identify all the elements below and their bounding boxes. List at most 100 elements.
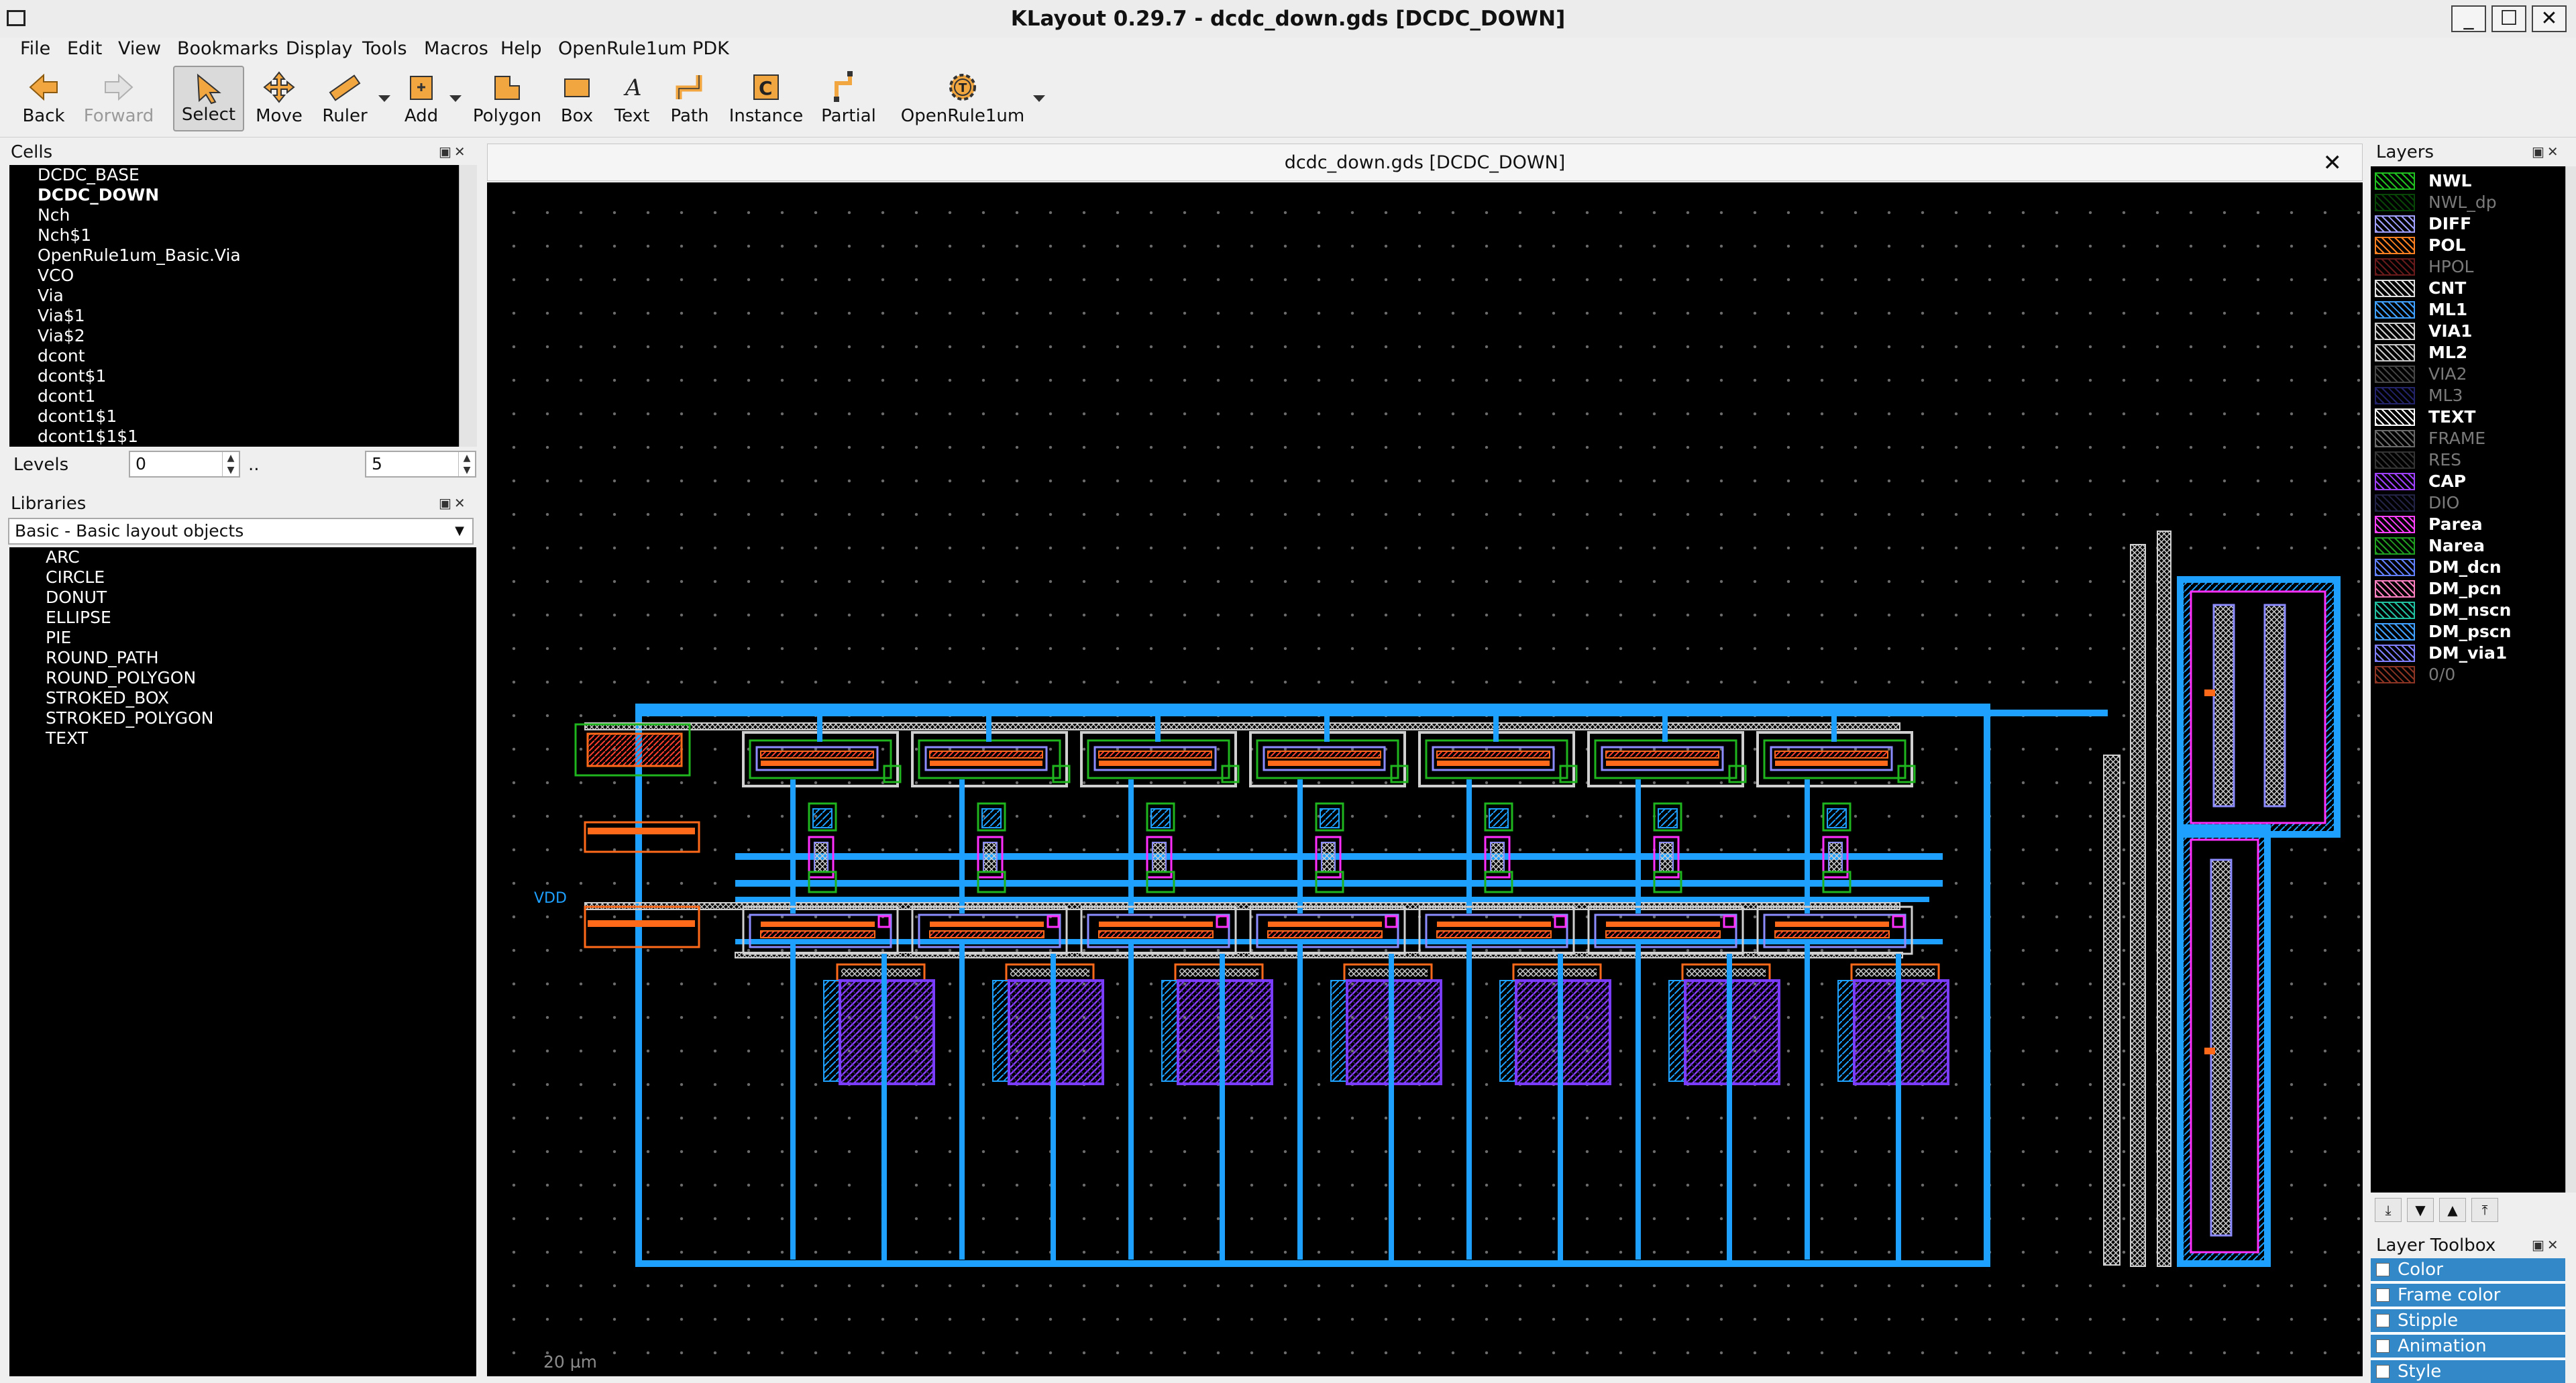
close-tab-icon[interactable]: ✕: [2323, 147, 2343, 179]
cell-item[interactable]: Via$1: [9, 306, 468, 326]
layer-row[interactable]: RES: [2371, 449, 2565, 471]
layer-color-swatch[interactable]: [2375, 301, 2415, 319]
cell-item[interactable]: dcont$1: [9, 366, 468, 386]
layout-canvas[interactable]: VDD: [487, 182, 2363, 1376]
toolbox-stipple[interactable]: Stipple: [2371, 1309, 2565, 1332]
expand-checkbox[interactable]: [2376, 1314, 2390, 1327]
move-layer-down-icon[interactable]: ▼: [2407, 1198, 2434, 1222]
cell-item[interactable]: DCDC_BASE: [9, 165, 468, 185]
layer-row[interactable]: DM_nscn: [2371, 600, 2565, 621]
layer-color-swatch[interactable]: [2375, 387, 2415, 404]
layers-list[interactable]: NWL NWL_dp DIFF POL HPOL CNT ML1 VIA1 ML2 VIA2 ML3…: [2371, 166, 2565, 1193]
layer-row[interactable]: ML1: [2371, 299, 2565, 321]
menu-edit[interactable]: Edit: [67, 38, 102, 60]
menu-help[interactable]: Help: [500, 38, 542, 60]
layer-color-swatch[interactable]: [2375, 258, 2415, 276]
library-item[interactable]: ROUND_PATH: [9, 648, 476, 668]
menu-macros[interactable]: Macros: [424, 38, 488, 60]
add-dropdown-icon[interactable]: [449, 95, 462, 102]
forward-button[interactable]: Forward: [79, 66, 158, 131]
layer-row[interactable]: VIA2: [2371, 364, 2565, 385]
maximize-button[interactable]: ☐: [2491, 5, 2526, 32]
layer-color-swatch[interactable]: [2375, 666, 2415, 683]
layer-color-swatch[interactable]: [2375, 430, 2415, 447]
expand-checkbox[interactable]: [2376, 1339, 2390, 1353]
layer-color-swatch[interactable]: [2375, 494, 2415, 512]
library-item[interactable]: DONUT: [9, 588, 476, 608]
back-button[interactable]: Back: [15, 66, 72, 131]
layer-color-swatch[interactable]: [2375, 172, 2415, 190]
cell-item[interactable]: VCO: [9, 266, 468, 286]
layer-color-swatch[interactable]: [2375, 344, 2415, 362]
layer-row[interactable]: DM_pscn: [2371, 621, 2565, 643]
layer-color-swatch[interactable]: [2375, 323, 2415, 340]
levels-to-stepper[interactable]: ▲ ▼: [458, 452, 475, 476]
cell-item[interactable]: Nch$1: [9, 225, 468, 245]
layer-color-swatch[interactable]: [2375, 473, 2415, 490]
cells-scrollbar[interactable]: [459, 165, 477, 447]
cell-item-selected[interactable]: DCDC_DOWN: [9, 185, 468, 205]
layer-row[interactable]: VIA1: [2371, 321, 2565, 342]
layer-color-swatch[interactable]: [2375, 408, 2415, 426]
move-layer-top-icon[interactable]: ⤒: [2471, 1198, 2498, 1222]
layer-row[interactable]: DIFF: [2371, 213, 2565, 235]
library-item[interactable]: ROUND_POLYGON: [9, 668, 476, 688]
move-layer-up-icon[interactable]: ▲: [2439, 1198, 2466, 1222]
cell-item[interactable]: Nch: [9, 205, 468, 225]
cell-item[interactable]: OpenRule1um_Basic.Via: [9, 245, 468, 266]
library-item[interactable]: CIRCLE: [9, 567, 476, 588]
cell-item[interactable]: dcont: [9, 346, 468, 366]
library-item[interactable]: ELLIPSE: [9, 608, 476, 628]
cell-item[interactable]: dcont1$1: [9, 406, 468, 427]
libraries-dock-buttons[interactable]: ▣✕: [439, 495, 468, 511]
text-tool-button[interactable]: A Text: [608, 66, 656, 131]
layer-row[interactable]: POL: [2371, 235, 2565, 256]
layer-color-swatch[interactable]: [2375, 645, 2415, 662]
library-item[interactable]: STROKED_POLYGON: [9, 708, 476, 728]
layer-row[interactable]: CAP: [2371, 471, 2565, 492]
layers-dock-buttons[interactable]: ▣✕: [2532, 144, 2561, 160]
library-item[interactable]: PIE: [9, 628, 476, 648]
layer-color-swatch[interactable]: [2375, 237, 2415, 254]
expand-checkbox[interactable]: [2376, 1288, 2390, 1302]
cell-item[interactable]: dcont1: [9, 386, 468, 406]
layer-color-swatch[interactable]: [2375, 451, 2415, 469]
toolbox-frame-color[interactable]: Frame color: [2371, 1284, 2565, 1307]
add-button[interactable]: Add: [396, 66, 447, 131]
levels-from-input[interactable]: 0 ▲ ▼: [129, 451, 240, 478]
layer-color-swatch[interactable]: [2375, 516, 2415, 533]
polygon-tool-button[interactable]: Polygon: [471, 66, 543, 131]
instance-tool-button[interactable]: C Instance: [724, 66, 808, 131]
layer-row[interactable]: 0/0: [2371, 664, 2565, 685]
cell-item[interactable]: dcont1$1$1: [9, 427, 468, 447]
library-cells-list[interactable]: ARC CIRCLE DONUT ELLIPSE PIE ROUND_PATH …: [9, 547, 476, 1376]
move-layer-bottom-icon[interactable]: ⤓: [2375, 1198, 2402, 1222]
library-item[interactable]: ARC: [9, 547, 476, 567]
cells-tree[interactable]: DCDC_BASE DCDC_DOWN Nch Nch$1 OpenRule1u…: [9, 165, 468, 447]
minimize-button[interactable]: _: [2451, 5, 2486, 32]
menu-openrule-pdk[interactable]: OpenRule1um PDK: [558, 38, 729, 60]
close-window-button[interactable]: ✕: [2532, 5, 2567, 32]
layer-row[interactable]: DM_dcn: [2371, 557, 2565, 578]
expand-checkbox[interactable]: [2376, 1365, 2390, 1378]
layers-scrollbar[interactable]: [2565, 166, 2576, 1193]
layer-color-swatch[interactable]: [2375, 602, 2415, 619]
layer-row[interactable]: Narea: [2371, 535, 2565, 557]
path-tool-button[interactable]: Path: [664, 66, 715, 131]
layer-color-swatch[interactable]: [2375, 194, 2415, 211]
layout-view-tab[interactable]: dcdc_down.gds [DCDC_DOWN] ✕: [487, 144, 2363, 181]
openrule-dropdown-icon[interactable]: [1033, 95, 1045, 102]
expand-checkbox[interactable]: [2376, 1263, 2390, 1276]
menu-tools[interactable]: Tools: [362, 38, 407, 60]
layer-color-swatch[interactable]: [2375, 537, 2415, 555]
layer-row[interactable]: HPOL: [2371, 256, 2565, 278]
menu-view[interactable]: View: [118, 38, 161, 60]
library-select[interactable]: Basic - Basic layout objects ▼: [8, 518, 474, 545]
openrule1um-button[interactable]: T OpenRule1um: [900, 66, 1025, 131]
layer-toolbox-dock-buttons[interactable]: ▣✕: [2532, 1237, 2561, 1253]
layer-row[interactable]: ML2: [2371, 342, 2565, 364]
layer-color-swatch[interactable]: [2375, 580, 2415, 598]
layer-row[interactable]: Parea: [2371, 514, 2565, 535]
cells-dock-buttons[interactable]: ▣✕: [439, 144, 468, 160]
layer-color-swatch[interactable]: [2375, 559, 2415, 576]
